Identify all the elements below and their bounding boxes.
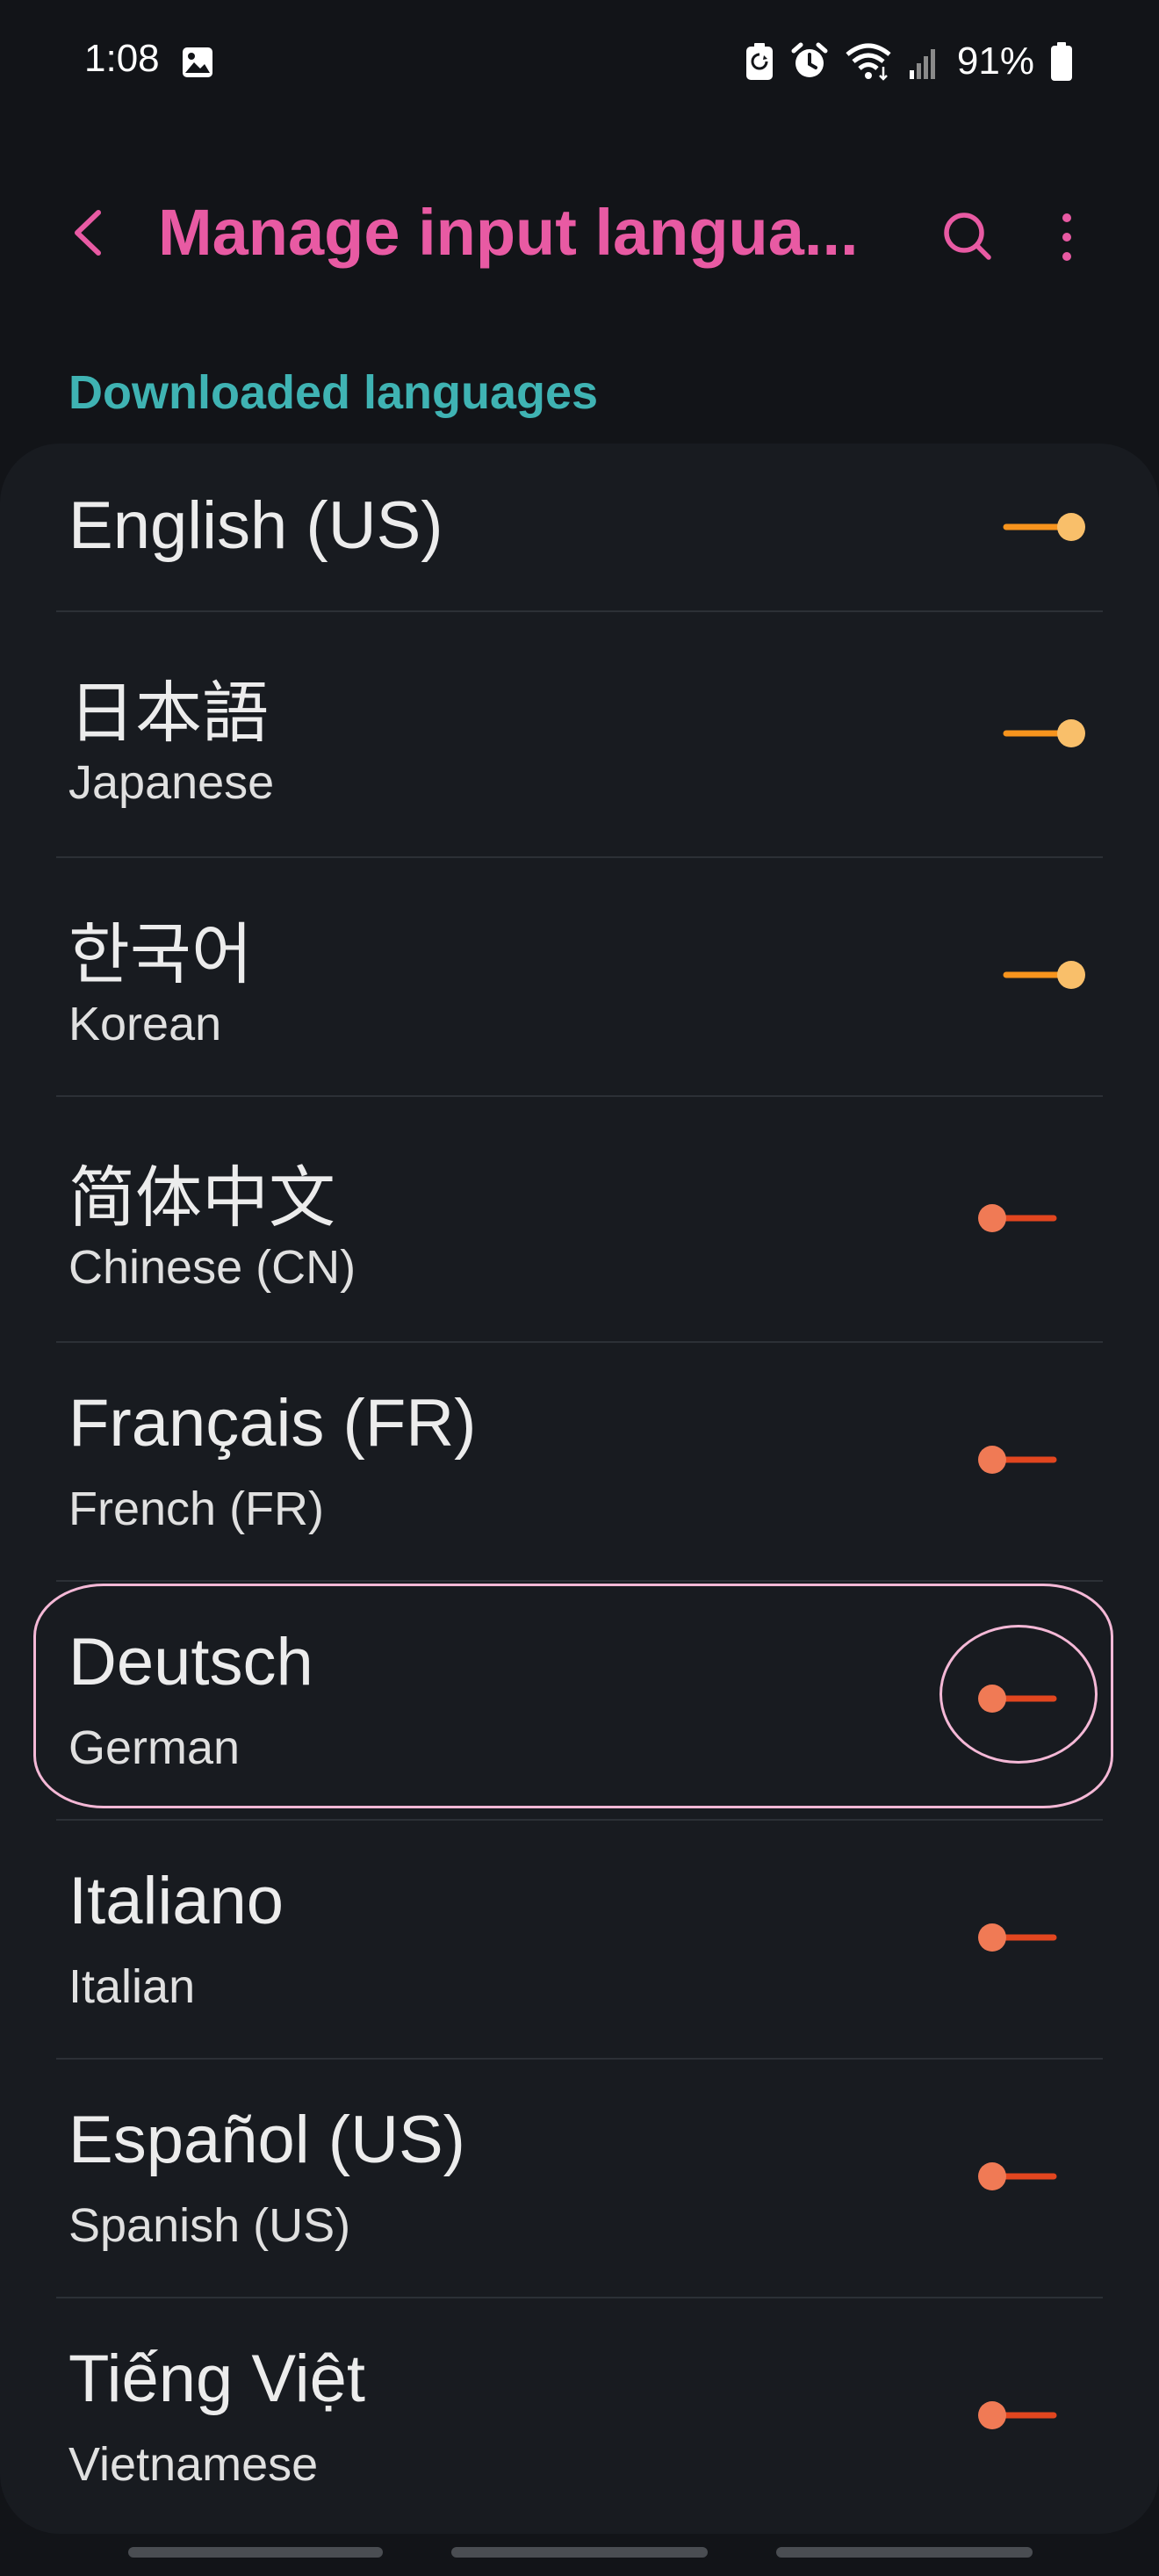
alarm-icon [790, 42, 829, 81]
search-button[interactable] [932, 202, 1003, 272]
language-row[interactable]: 简体中文 Chinese (CN) [56, 1095, 1103, 1343]
page-title: Manage input langua... [158, 196, 859, 269]
language-row[interactable]: Italiano Italian [56, 1819, 1103, 2060]
wifi-icon [845, 42, 892, 81]
more-options-button[interactable] [1036, 202, 1098, 272]
battery-icon [1050, 41, 1073, 82]
language-subtitle: German [68, 1721, 241, 1774]
language-name: 日本語 [68, 676, 269, 751]
language-toggle[interactable] [999, 711, 1096, 755]
toggle-off-icon [978, 1923, 1057, 1952]
toggle-off-icon [978, 2401, 1057, 2429]
language-name: Deutsch [68, 1625, 313, 1699]
toggle-on-icon [1003, 961, 1085, 989]
image-icon [181, 46, 214, 79]
language-subtitle: Japanese [68, 756, 275, 809]
battery-percent: 91% [956, 40, 1034, 83]
language-subtitle: Chinese (CN) [68, 1241, 356, 1294]
nav-hint-left [128, 2547, 383, 2558]
signal-icon [908, 42, 941, 81]
status-icons: 91% [745, 35, 1073, 88]
language-subtitle: Korean [68, 998, 222, 1050]
language-toggle[interactable] [971, 1677, 1068, 1721]
chevron-left-icon [75, 210, 101, 256]
battery-saver-icon [745, 42, 774, 81]
language-name: 简体中文 [68, 1161, 335, 1236]
language-row[interactable]: Tiếng Việt Vietnamese [56, 2297, 1103, 2536]
language-row[interactable]: 日本語 Japanese [56, 610, 1103, 858]
language-subtitle: Italian [68, 1960, 196, 2013]
nav-hint-center [451, 2547, 708, 2558]
toggle-off-icon [978, 1204, 1057, 1232]
language-toggle[interactable] [971, 1196, 1068, 1240]
back-button[interactable] [56, 193, 126, 272]
language-subtitle: Spanish (US) [68, 2199, 351, 2252]
language-row[interactable]: English (US) [56, 444, 1103, 612]
nav-hint-right [776, 2547, 1033, 2558]
toggle-on-icon [1003, 719, 1085, 747]
language-toggle[interactable] [999, 953, 1096, 997]
section-title: Downloaded languages [68, 366, 599, 419]
language-name: Español (US) [68, 2103, 465, 2177]
language-toggle[interactable] [971, 1438, 1068, 1482]
language-toggle[interactable] [971, 2393, 1068, 2437]
language-name: Français (FR) [68, 1386, 477, 1461]
status-time: 1:08 [84, 37, 160, 80]
toggle-off-icon [978, 1685, 1057, 1713]
status-bar: 1:08 91% [0, 0, 1159, 132]
language-name: Tiếng Việt [68, 2341, 365, 2416]
app-bar: Manage input langua... [0, 167, 1159, 299]
toggle-on-icon [1003, 513, 1085, 541]
language-subtitle: Vietnamese [68, 2438, 319, 2491]
language-name: English (US) [68, 488, 443, 563]
language-row[interactable]: Deutsch German [56, 1580, 1103, 1821]
language-toggle[interactable] [971, 2154, 1068, 2198]
language-toggle[interactable] [971, 1916, 1068, 1959]
search-icon [944, 213, 991, 260]
language-subtitle: French (FR) [68, 1483, 325, 1535]
toggle-off-icon [978, 1446, 1057, 1474]
more-vertical-icon [1062, 213, 1071, 261]
language-row[interactable]: Français (FR) French (FR) [56, 1341, 1103, 1582]
toggle-off-icon [978, 2162, 1057, 2190]
language-name: 한국어 [68, 918, 253, 992]
language-toggle[interactable] [999, 505, 1096, 549]
language-name: Italiano [68, 1864, 284, 1938]
language-row[interactable]: 한국어 Korean [56, 856, 1103, 1097]
language-row[interactable]: Español (US) Spanish (US) [56, 2058, 1103, 2298]
